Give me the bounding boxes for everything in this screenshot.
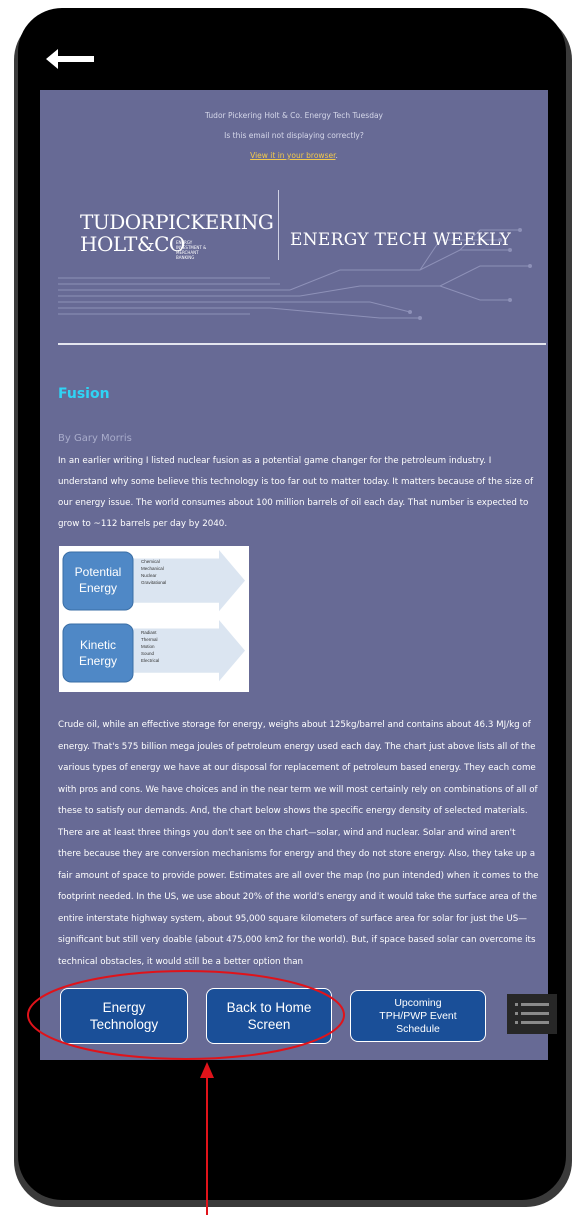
potential-item-2: Mechanical (141, 566, 164, 571)
kinetic-item-3: Motion (141, 644, 155, 649)
kinetic-item-4: Sound (141, 651, 155, 656)
article-title: Fusion (58, 386, 110, 402)
energy-technology-button[interactable]: Energy Technology (60, 988, 188, 1044)
event-schedule-label-3: Schedule (396, 1022, 440, 1035)
back-to-home-label-2: Screen (247, 1017, 291, 1032)
newsletter-title: ENERGY TECH WEEKLY (290, 230, 512, 250)
article-paragraph-1: In an earlier writing I listed nuclear f… (58, 456, 534, 529)
logo-tagline: ENERGY INVESTMENT & MERCHANT BANKING (176, 240, 216, 260)
back-button[interactable] (46, 48, 96, 70)
menu-button[interactable] (507, 994, 557, 1034)
article-byline: By Gary Morris (58, 433, 132, 444)
brand-header: TUDORPICKERING HOLT&CO ENERGY INVESTMENT… (40, 90, 548, 350)
arrow-left-icon (46, 49, 94, 69)
energy-technology-label-1: Energy (102, 1000, 146, 1015)
logo-tudor-pickering: TUDORPICKERING (80, 210, 274, 234)
energy-types-diagram: Potential Energy Kinetic Energy Chemical… (62, 550, 245, 683)
energy-technology-label-2: Technology (89, 1017, 159, 1032)
back-to-home-label-1: Back to Home (226, 1000, 312, 1015)
potential-label-1: Potential (75, 565, 122, 579)
kinetic-label-1: Kinetic (80, 638, 116, 652)
potential-item-1: Chemical (141, 559, 160, 564)
logo-tagline-line1: ENERGY INVESTMENT & (176, 240, 207, 250)
kinetic-item-1: Radiant (141, 630, 157, 635)
logo-tagline-line2: MERCHANT BANKING (176, 250, 199, 260)
logo-holt-co: HOLT&CO (80, 232, 185, 256)
event-schedule-label-1: Upcoming (394, 996, 442, 1009)
article-paragraph-2: Crude oil, while an effective storage fo… (58, 720, 539, 967)
hamburger-menu-icon (515, 1003, 549, 1024)
potential-item-4: Gravitational (141, 580, 166, 585)
event-schedule-label-2: TPH/PWP Event (379, 1009, 457, 1022)
back-to-home-button[interactable]: Back to Home Screen (206, 988, 332, 1044)
section-divider (58, 343, 546, 345)
brand-divider (278, 190, 279, 260)
kinetic-label-2: Energy (79, 654, 117, 668)
kinetic-item-2: Thermal (141, 637, 158, 642)
kinetic-item-5: Electrical (141, 658, 159, 663)
potential-label-2: Energy (79, 581, 117, 595)
event-schedule-button[interactable]: Upcoming TPH/PWP Event Schedule (350, 990, 486, 1042)
email-content-view[interactable]: Tudor Pickering Holt & Co. Energy Tech T… (40, 90, 548, 1060)
potential-item-3: Nuclear (141, 573, 157, 578)
energy-types-figure: Potential Energy Kinetic Energy Chemical… (59, 546, 249, 692)
